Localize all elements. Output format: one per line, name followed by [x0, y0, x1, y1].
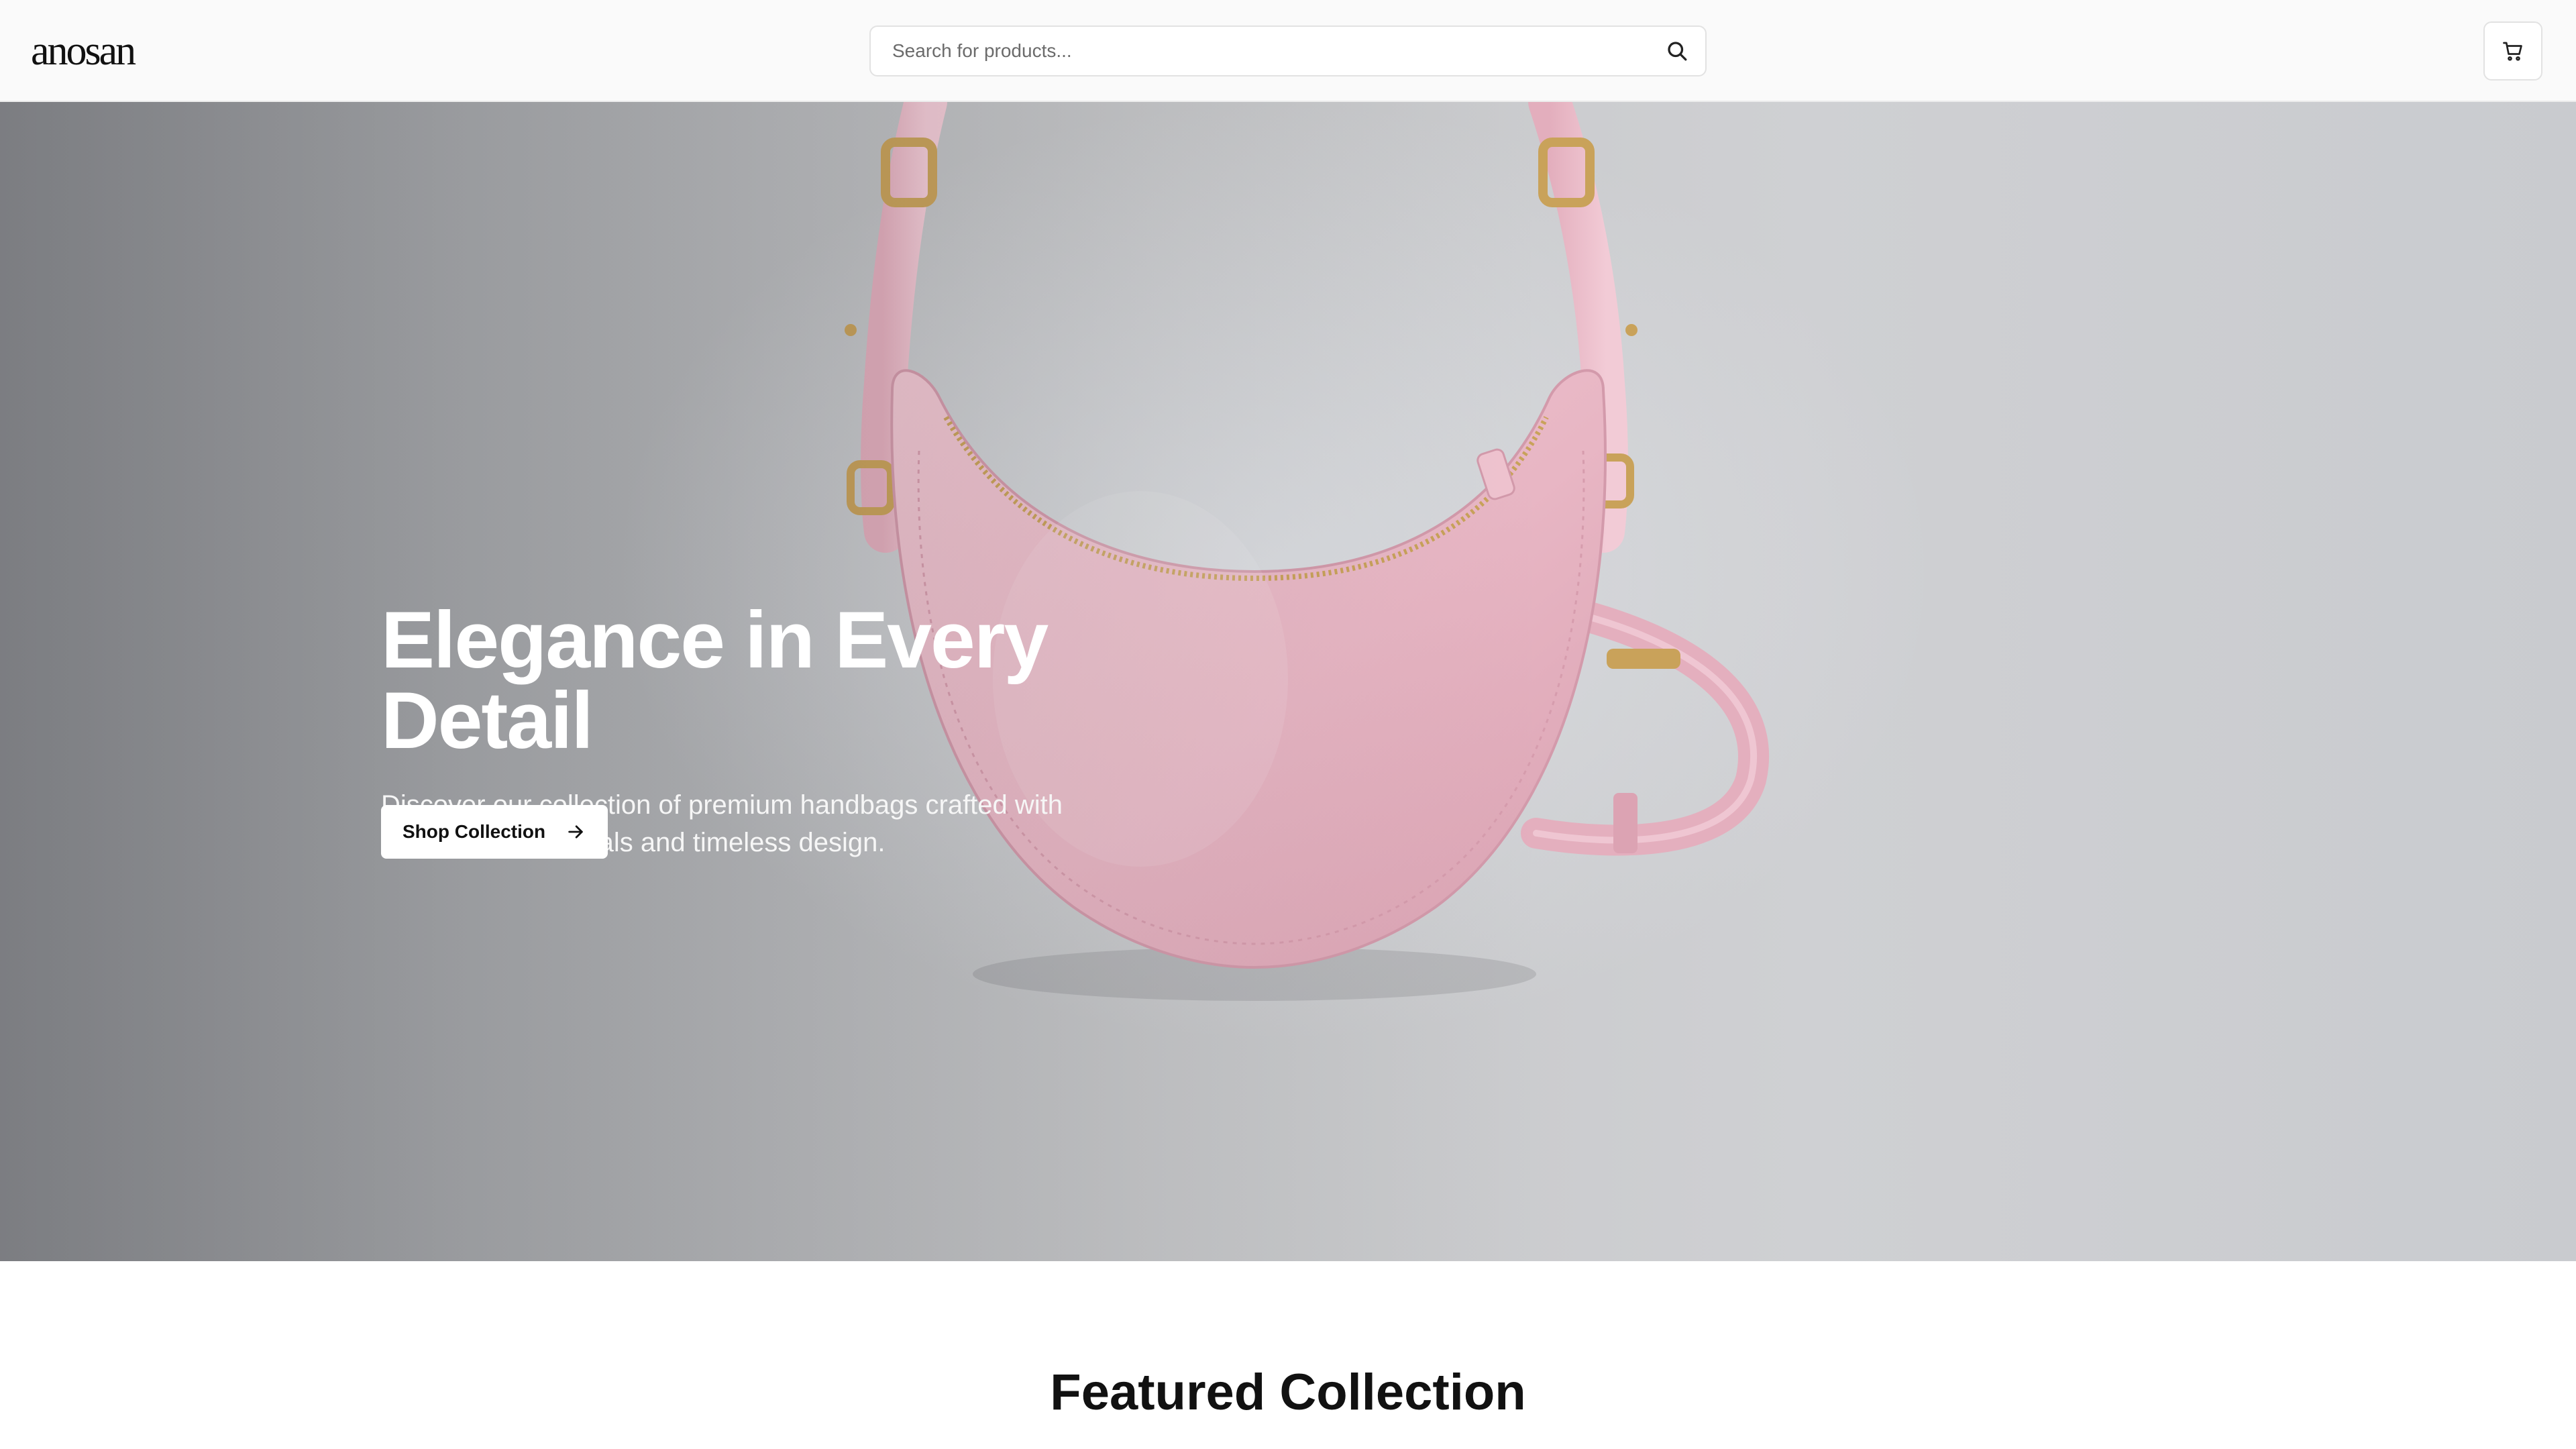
arrow-right-icon [568, 825, 583, 839]
featured-collection-heading: Featured Collection [1050, 1364, 1526, 1421]
brand-logo[interactable]: anosan [31, 27, 165, 75]
site-header: anosan [0, 0, 2576, 102]
hero-banner: Elegance in Every Detail Discover our co… [0, 102, 2576, 1261]
cart-button[interactable] [2483, 21, 2542, 80]
search-icon[interactable] [1665, 39, 1689, 63]
search-input[interactable] [871, 27, 1649, 75]
svg-text:anosan: anosan [31, 28, 136, 74]
shop-collection-button[interactable]: Shop Collection [381, 805, 608, 859]
search-bar [869, 25, 1707, 76]
hero-title: Elegance in Every Detail [381, 595, 1049, 765]
cart-icon [2503, 42, 2522, 61]
shop-collection-label: Shop Collection [402, 821, 546, 842]
